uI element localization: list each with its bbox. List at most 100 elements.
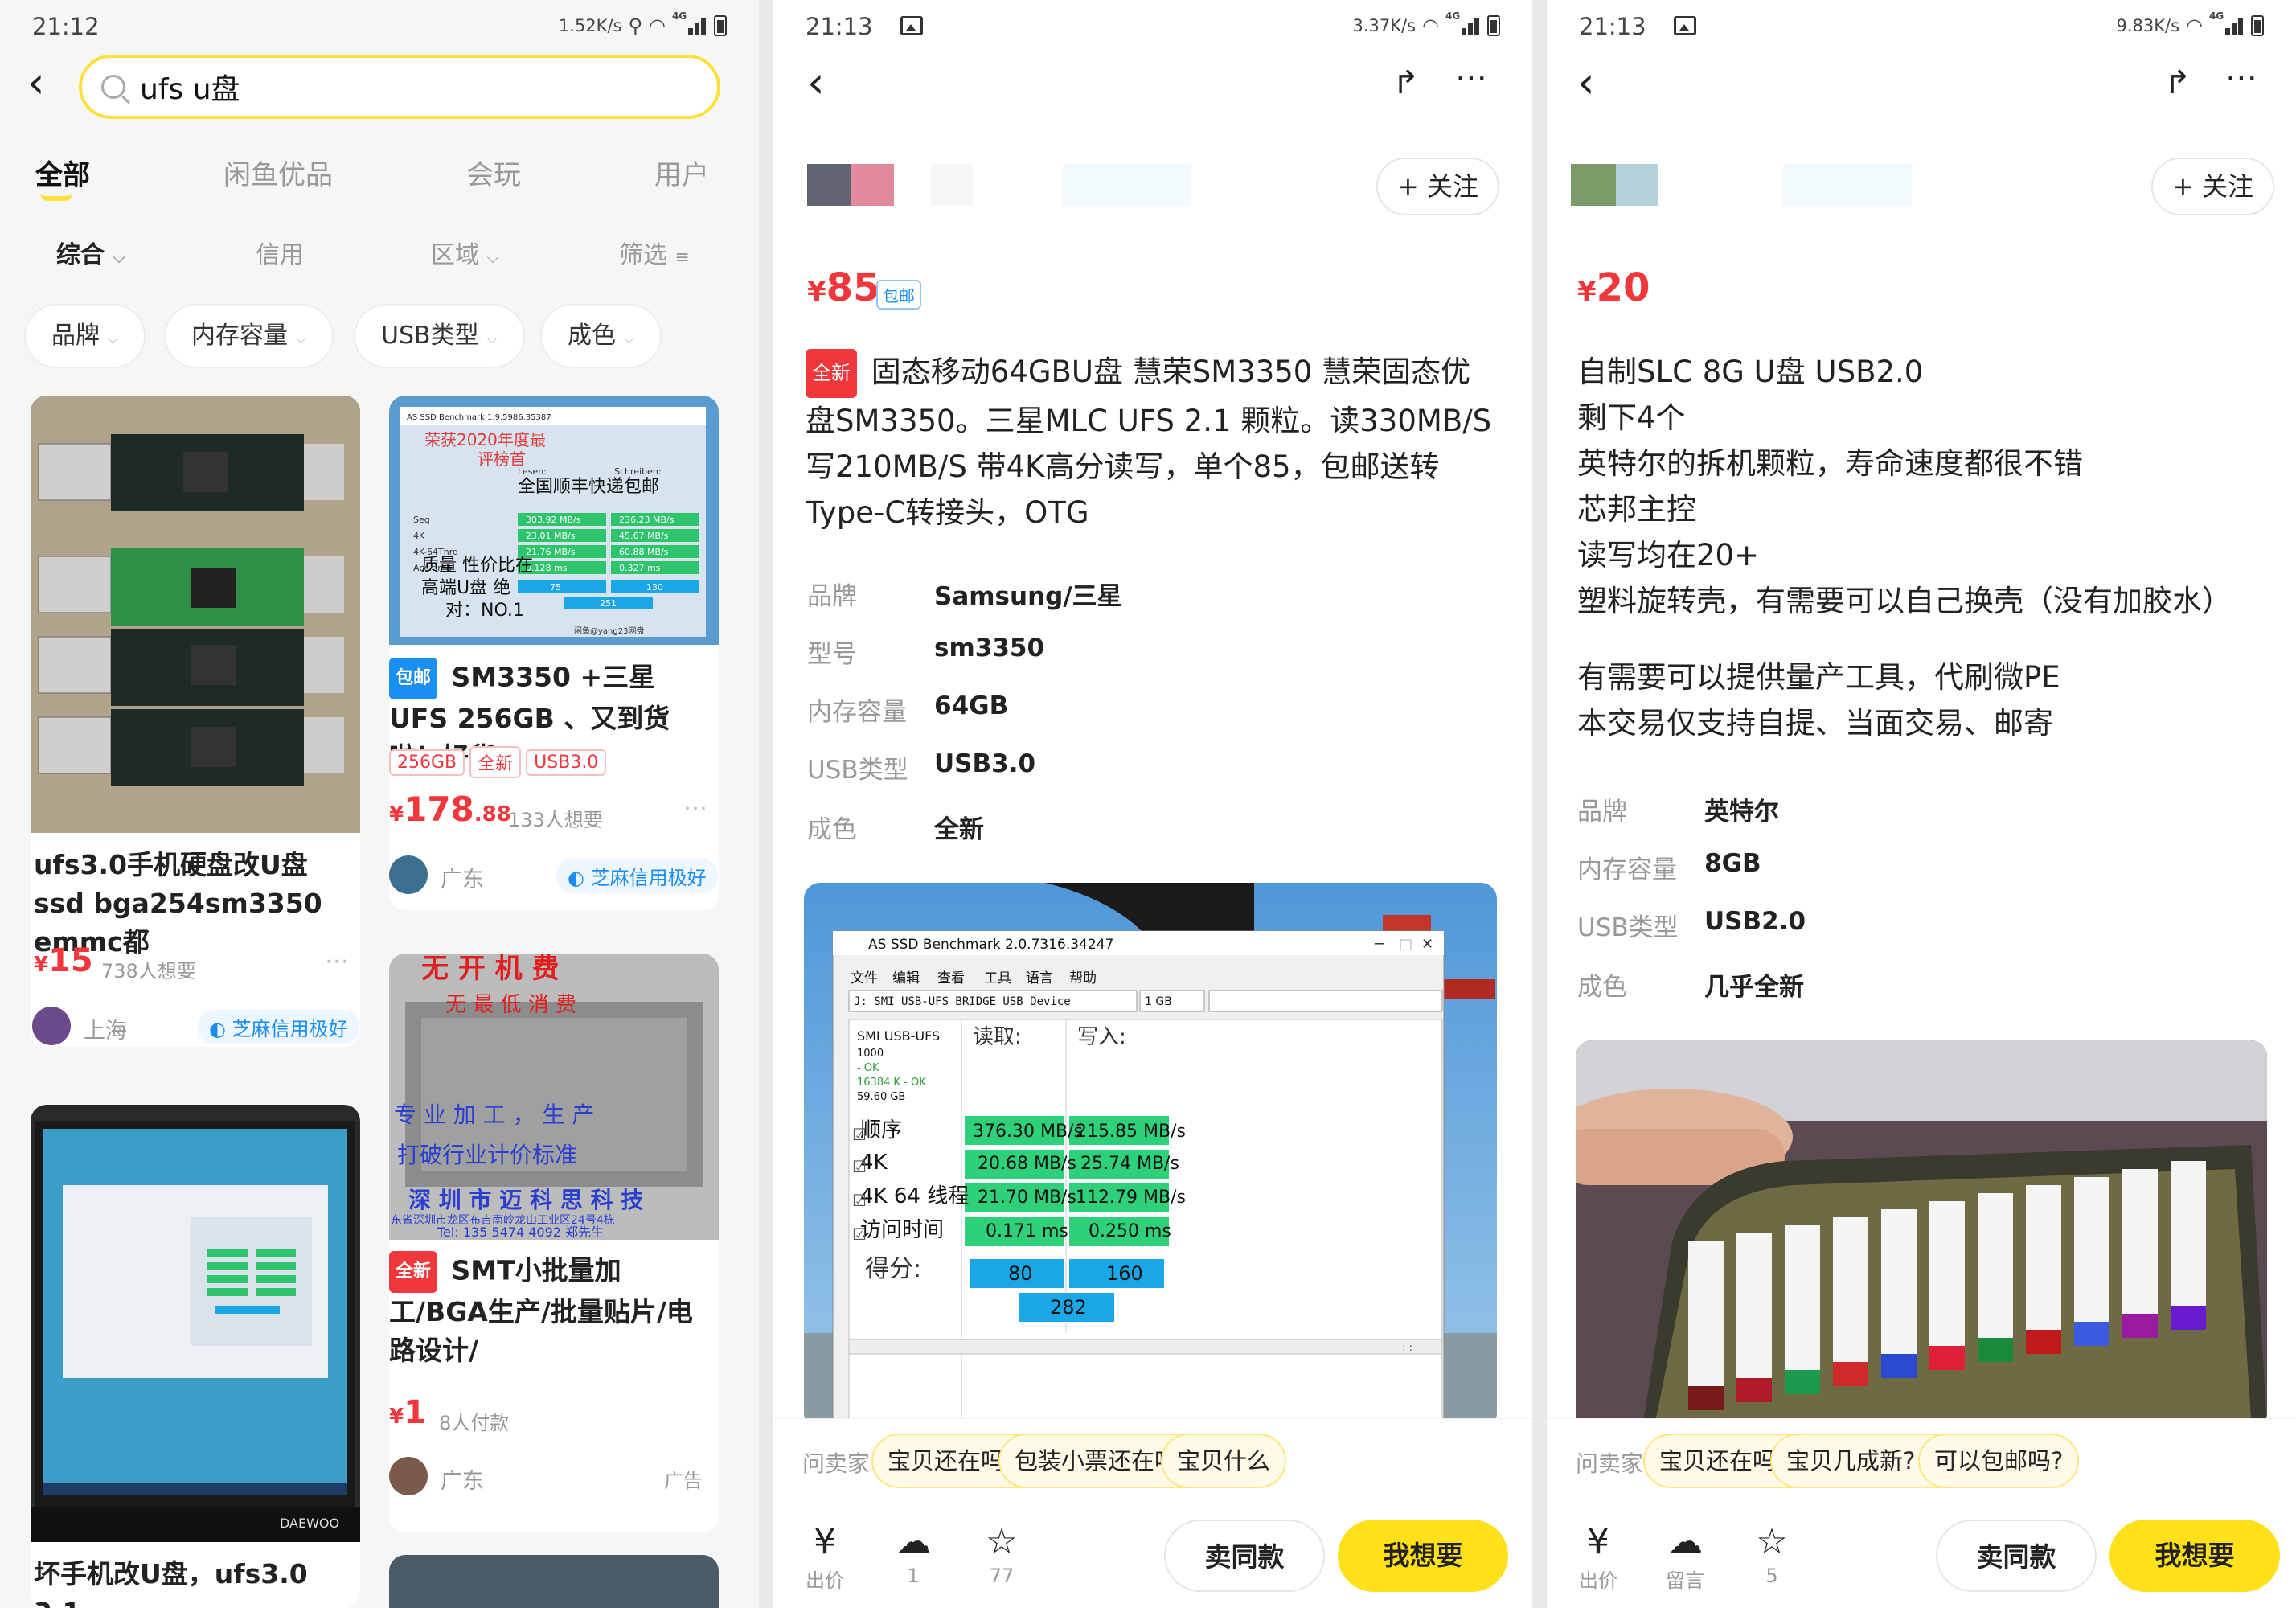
search-results-screen: 21:12 1.52K/s ⚲ ◠ 4G ‹ ufs u盘 全部 闲鱼优品 会玩… bbox=[0, 0, 759, 1608]
svg-text:AS SSD Benchmark 2.0.7316.3424: AS SSD Benchmark 2.0.7316.34247 bbox=[868, 937, 1113, 953]
svg-text:J: SMI USB-UFS BRIDGE USB Dev: J: SMI USB-UFS BRIDGE USB Device bbox=[854, 995, 1071, 1008]
svg-text:无 最 低 消 费: 无 最 低 消 费 bbox=[445, 993, 576, 1017]
svg-text:0.327 ms: 0.327 ms bbox=[619, 563, 661, 573]
more-icon[interactable]: ⋯ bbox=[325, 947, 349, 975]
share-icon[interactable]: ↱ bbox=[2164, 64, 2191, 101]
product-photo[interactable] bbox=[1576, 1040, 2267, 1430]
sell-same-button[interactable]: 卖同款 bbox=[1164, 1520, 1325, 1592]
chip-capacity[interactable]: 内存容量 ⌵ bbox=[164, 304, 334, 368]
svg-text:访问时间: 访问时间 bbox=[860, 1218, 944, 1242]
signal-icon: 4G bbox=[2209, 10, 2245, 35]
svg-text:16384 K - OK: 16384 K - OK bbox=[857, 1077, 926, 1089]
svg-text:工具: 工具 bbox=[984, 970, 1011, 987]
tab-youpin[interactable]: 闲鱼优品 bbox=[223, 153, 333, 192]
bid-button[interactable]: ¥ 出价 bbox=[1566, 1520, 1630, 1593]
detail-price: ¥20 bbox=[1577, 265, 1650, 310]
svg-text:☑: ☑ bbox=[852, 1125, 867, 1144]
product-photo[interactable]: AS SSD Benchmark 2.0.7316.34247 ─ □ ✕ 文件 编… bbox=[804, 883, 1497, 1430]
follow-button[interactable]: + 关注 bbox=[1376, 158, 1499, 215]
svg-text:语言: 语言 bbox=[1026, 970, 1053, 987]
avatar[interactable] bbox=[32, 1007, 71, 1045]
sell-same-button[interactable]: 卖同款 bbox=[1936, 1520, 2097, 1592]
svg-text:─: ─ bbox=[1374, 936, 1384, 953]
svg-text:□: □ bbox=[1399, 936, 1412, 953]
svg-text:编辑: 编辑 bbox=[892, 970, 920, 987]
favorite-button[interactable]: ☆ 77 bbox=[970, 1520, 1034, 1587]
quick-question-chip[interactable]: 可以包邮吗? bbox=[1918, 1434, 2080, 1488]
comment-button[interactable]: ☁ 留言 bbox=[1653, 1520, 1717, 1593]
svg-text:4K: 4K bbox=[413, 531, 425, 541]
svg-text:得分:: 得分: bbox=[865, 1255, 921, 1283]
chip-condition[interactable]: 成色 ⌵ bbox=[540, 304, 662, 368]
want-count: 133人想要 bbox=[508, 809, 603, 831]
more-icon[interactable]: ⋯ bbox=[1455, 59, 1487, 96]
search-icon bbox=[101, 75, 125, 99]
sort-credit[interactable]: 信用 bbox=[256, 235, 304, 270]
back-icon[interactable]: ‹ bbox=[1577, 61, 1595, 105]
svg-text:1 GB: 1 GB bbox=[1145, 995, 1172, 1008]
follow-button[interactable]: + 关注 bbox=[2151, 158, 2274, 215]
filter-region[interactable]: 区域 ⌵ bbox=[431, 235, 499, 270]
seller-avatar[interactable] bbox=[1571, 164, 1616, 206]
more-icon[interactable]: ⋯ bbox=[2225, 59, 2257, 96]
credit-badge: ◐ 芝麻信用极好 bbox=[198, 1010, 359, 1044]
avatar[interactable] bbox=[389, 855, 428, 894]
search-query: ufs u盘 bbox=[140, 73, 240, 106]
svg-text:0.171 ms: 0.171 ms bbox=[986, 1221, 1068, 1241]
sesame-icon: ◐ bbox=[568, 867, 584, 889]
svg-text:75: 75 bbox=[550, 582, 561, 593]
search-input[interactable]: ufs u盘 bbox=[79, 55, 720, 119]
product-card[interactable]: DAEWOO 坏手机改U盘，ufs3.0 2.1 bbox=[31, 1105, 360, 1608]
tab-huiwan[interactable]: 会玩 bbox=[466, 153, 521, 192]
product-title: 坏手机改U盘，ufs3.0 2.1 bbox=[34, 1558, 308, 1608]
filter-button[interactable]: 筛选 ≡ bbox=[619, 235, 690, 270]
seller-avatar[interactable] bbox=[807, 164, 851, 206]
quick-question-chip[interactable]: 宝贝什么 bbox=[1161, 1434, 1287, 1488]
yen-icon: ¥ bbox=[1587, 1521, 1609, 1562]
filter-icon: ≡ bbox=[674, 248, 690, 268]
yen-icon: ¥ bbox=[814, 1521, 836, 1562]
svg-text:236.23 MB/s: 236.23 MB/s bbox=[619, 515, 674, 525]
svg-text:打破行业计价标准: 打破行业计价标准 bbox=[397, 1142, 577, 1168]
svg-text:写入:: 写入: bbox=[1077, 1025, 1126, 1049]
svg-text:荣获2020年度最: 荣获2020年度最 bbox=[424, 430, 546, 449]
tab-users[interactable]: 用户 bbox=[654, 153, 709, 192]
svg-text:215.85 MB/s: 215.85 MB/s bbox=[1076, 1122, 1186, 1142]
back-icon[interactable]: ‹ bbox=[27, 61, 45, 105]
want-button[interactable]: 我想要 bbox=[1338, 1520, 1508, 1592]
product-card[interactable] bbox=[389, 1555, 719, 1608]
comment-button[interactable]: ☁ 1 bbox=[881, 1520, 945, 1587]
product-description: 全新 固态移动64GBU盘 慧荣SM3350 慧荣固态优盘SM3350。三星ML… bbox=[806, 349, 1497, 535]
product-card[interactable]: AS SSD Benchmark 1.9.5986.35387 荣获2020年度… bbox=[389, 396, 719, 910]
net-speed: 3.37K/s bbox=[1352, 16, 1417, 35]
battery-icon bbox=[714, 15, 727, 36]
comment-icon: ☁ bbox=[1667, 1521, 1703, 1562]
svg-text:59.60 GB: 59.60 GB bbox=[857, 1091, 905, 1103]
tab-all[interactable]: 全部 bbox=[35, 153, 90, 192]
avatar[interactable] bbox=[389, 1457, 428, 1495]
chip-usb-type[interactable]: USB类型 ⌵ bbox=[354, 304, 525, 368]
back-icon[interactable]: ‹ bbox=[807, 61, 825, 105]
svg-text:60.88 MB/s: 60.88 MB/s bbox=[619, 547, 669, 557]
sort-comprehensive[interactable]: 综合 ⌵ bbox=[56, 235, 125, 270]
svg-text:1000: 1000 bbox=[857, 1048, 884, 1060]
product-card[interactable]: 无 开 机 费 无 最 低 消 费 专 业 加 工 ， 生 产 打破行业计价标准… bbox=[389, 954, 719, 1532]
seller-location: 广东 bbox=[441, 1469, 484, 1494]
product-image: 无 开 机 费 无 最 低 消 费 专 业 加 工 ， 生 产 打破行业计价标准… bbox=[389, 954, 719, 1240]
svg-text:20.68 MB/s: 20.68 MB/s bbox=[978, 1154, 1076, 1174]
bid-button[interactable]: ¥ 出价 bbox=[793, 1520, 857, 1593]
favorite-button[interactable]: ☆ 5 bbox=[1740, 1520, 1804, 1587]
share-icon[interactable]: ↱ bbox=[1392, 64, 1420, 101]
svg-text:251: 251 bbox=[600, 598, 617, 609]
product-card[interactable]: ufs3.0手机硬盘改U盘ssd bga254sm3350 emmc都 ¥15 … bbox=[31, 396, 360, 1047]
star-icon: ☆ bbox=[1756, 1521, 1788, 1562]
credit-badge: ◐ 芝麻信用极好 bbox=[556, 859, 718, 893]
svg-text:无 开 机 费: 无 开 机 费 bbox=[421, 954, 560, 985]
chip-brand[interactable]: 品牌 ⌵ bbox=[24, 304, 146, 368]
more-icon[interactable]: ⋯ bbox=[683, 794, 707, 822]
product-price: ¥15 bbox=[34, 942, 93, 979]
svg-text:112.79 MB/s: 112.79 MB/s bbox=[1076, 1188, 1186, 1208]
want-button[interactable]: 我想要 bbox=[2109, 1520, 2280, 1592]
product-tags: 256GB 全新 USB3.0 bbox=[389, 746, 611, 778]
svg-text:AS SSD Benchmark 1.9.5986.3538: AS SSD Benchmark 1.9.5986.35387 bbox=[407, 413, 551, 422]
